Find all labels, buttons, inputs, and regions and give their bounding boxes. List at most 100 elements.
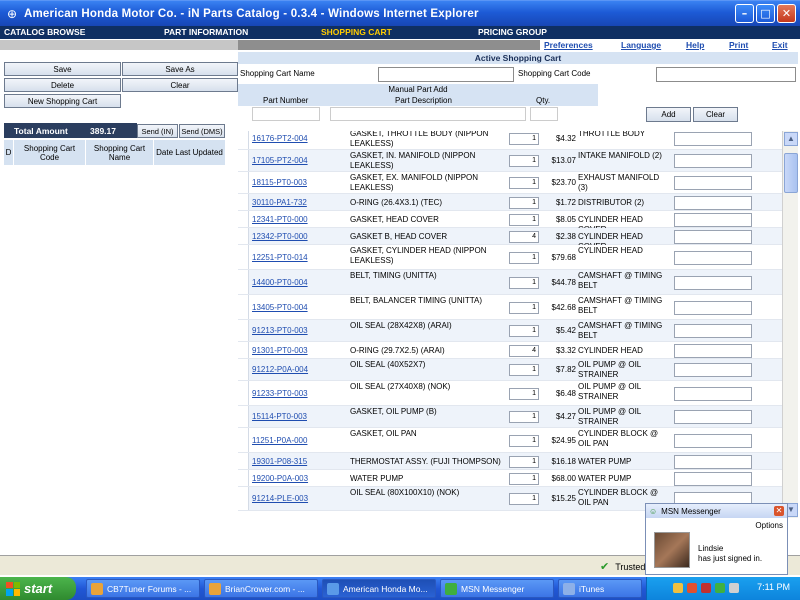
cart-code-input[interactable] xyxy=(656,67,796,82)
row-selector[interactable] xyxy=(238,194,249,210)
tray-msn-icon[interactable] xyxy=(715,583,725,593)
save-as-button[interactable]: Save As xyxy=(122,62,238,76)
row-selector[interactable] xyxy=(238,320,249,341)
tray-volume-icon[interactable] xyxy=(729,583,739,593)
clear-cart-button[interactable]: Clear xyxy=(122,78,238,92)
save-button[interactable]: Save xyxy=(4,62,121,76)
quantity-input[interactable]: 1 xyxy=(509,388,539,400)
row-selector[interactable] xyxy=(238,406,249,427)
part-number-link[interactable]: 17105-PT2-004 xyxy=(252,156,308,165)
part-number-link[interactable]: 14400-PT0-004 xyxy=(252,278,308,287)
send-dms-button[interactable]: Send (DMS) xyxy=(179,124,225,138)
taskbar-item-american-honda[interactable]: American Honda Mo... xyxy=(322,579,436,598)
row-selector[interactable] xyxy=(238,487,249,510)
note-input[interactable] xyxy=(674,387,752,401)
part-number-link[interactable]: 91214-PLE-003 xyxy=(252,494,308,503)
row-selector[interactable] xyxy=(238,381,249,405)
print-link[interactable]: Print xyxy=(729,40,748,50)
row-selector[interactable] xyxy=(238,428,249,452)
row-selector[interactable] xyxy=(238,295,249,319)
note-input[interactable] xyxy=(674,132,752,146)
quantity-input[interactable]: 1 xyxy=(509,252,539,264)
part-number-link[interactable]: 12342-PT0-000 xyxy=(252,232,308,241)
row-selector[interactable] xyxy=(238,228,249,244)
row-selector[interactable] xyxy=(238,342,249,358)
tab-pricing-group[interactable]: PRICING GROUP xyxy=(474,26,634,39)
part-number-link[interactable]: 91233-PT0-003 xyxy=(252,389,308,398)
cart-name-input[interactable] xyxy=(378,67,514,82)
row-selector[interactable] xyxy=(238,270,249,294)
part-number-link[interactable]: 15114-PT0-003 xyxy=(252,412,307,421)
note-input[interactable] xyxy=(674,301,752,315)
part-number-link[interactable]: 18115-PT0-003 xyxy=(252,178,307,187)
tab-shopping-cart[interactable]: SHOPPING CART xyxy=(317,26,474,39)
part-number-link[interactable]: 91301-PT0-003 xyxy=(252,346,308,355)
new-shopping-cart-button[interactable]: New Shopping Cart xyxy=(4,94,121,108)
preferences-link[interactable]: Preferences xyxy=(544,40,593,50)
row-selector[interactable] xyxy=(238,172,249,193)
quantity-input[interactable]: 1 xyxy=(509,411,539,423)
note-input[interactable] xyxy=(674,276,752,290)
note-input[interactable] xyxy=(674,472,752,486)
part-number-link[interactable]: 30110-PA1-732 xyxy=(252,198,307,207)
manual-qty-input[interactable] xyxy=(530,107,558,121)
part-number-link[interactable]: 12341-PT0-000 xyxy=(252,215,308,224)
note-input[interactable] xyxy=(674,455,752,469)
row-selector[interactable] xyxy=(238,470,249,486)
quantity-input[interactable]: 1 xyxy=(509,155,539,167)
row-selector[interactable] xyxy=(238,150,249,171)
delete-button[interactable]: Delete xyxy=(4,78,121,92)
quantity-input[interactable]: 1 xyxy=(509,325,539,337)
close-button[interactable]: ✕ xyxy=(777,4,796,23)
send-in-button[interactable]: Send (IN) xyxy=(137,124,178,138)
help-link[interactable]: Help xyxy=(686,40,704,50)
quantity-input[interactable]: 1 xyxy=(509,456,539,468)
quantity-input[interactable]: 1 xyxy=(509,435,539,447)
exit-link[interactable]: Exit xyxy=(772,40,788,50)
quantity-input[interactable]: 1 xyxy=(509,177,539,189)
note-input[interactable] xyxy=(674,363,752,377)
tray-network-icon[interactable] xyxy=(673,583,683,593)
scroll-up-arrow-icon[interactable]: ▲ xyxy=(784,132,798,146)
tab-part-information[interactable]: PART INFORMATION xyxy=(160,26,317,39)
quantity-input[interactable]: 1 xyxy=(509,277,539,289)
part-number-link[interactable]: 16176-PT2-004 xyxy=(252,134,308,143)
quantity-input[interactable]: 1 xyxy=(509,493,539,505)
part-number-link[interactable]: 91213-PT0-003 xyxy=(252,326,308,335)
part-number-link[interactable]: 13405-PT0-004 xyxy=(252,303,308,312)
quantity-input[interactable]: 1 xyxy=(509,197,539,209)
quantity-input[interactable]: 1 xyxy=(509,133,539,145)
manual-part-number-input[interactable] xyxy=(252,107,320,121)
taskbar-item-msn-messenger[interactable]: MSN Messenger xyxy=(440,579,554,598)
taskbar-item-itunes[interactable]: iTunes xyxy=(558,579,642,598)
note-input[interactable] xyxy=(674,434,752,448)
msn-popup-close-icon[interactable]: ✕ xyxy=(774,506,784,516)
row-selector[interactable] xyxy=(238,359,249,380)
quantity-input[interactable]: 1 xyxy=(509,302,539,314)
quantity-input[interactable]: 1 xyxy=(509,473,539,485)
manual-part-description-input[interactable] xyxy=(330,107,526,121)
part-number-link[interactable]: 19200-P0A-003 xyxy=(252,474,308,483)
quantity-input[interactable]: 1 xyxy=(509,214,539,226)
note-input[interactable] xyxy=(674,230,752,244)
quantity-input[interactable]: 4 xyxy=(509,345,539,357)
row-selector[interactable] xyxy=(238,245,249,269)
maximize-button[interactable]: □ xyxy=(756,4,775,23)
note-input[interactable] xyxy=(674,251,752,265)
row-selector[interactable] xyxy=(238,211,249,227)
note-input[interactable] xyxy=(674,344,752,358)
tray-security-icon[interactable] xyxy=(687,583,697,593)
tab-catalog-browse[interactable]: CATALOG BROWSE xyxy=(0,26,160,39)
msn-options-link[interactable]: Options xyxy=(755,521,783,530)
part-number-link[interactable]: 11251-P0A-000 xyxy=(252,436,307,445)
part-number-link[interactable]: 91212-P0A-004 xyxy=(252,365,308,374)
quantity-input[interactable]: 4 xyxy=(509,231,539,243)
taskbar-item-briancrower[interactable]: BrianCrower.com - ... xyxy=(204,579,318,598)
clear-part-button[interactable]: Clear xyxy=(693,107,738,122)
quantity-input[interactable]: 1 xyxy=(509,364,539,376)
note-input[interactable] xyxy=(674,213,752,227)
row-selector[interactable] xyxy=(238,131,249,149)
note-input[interactable] xyxy=(674,196,752,210)
tray-antivirus-icon[interactable] xyxy=(701,583,711,593)
part-number-link[interactable]: 12251-PT0-014 xyxy=(252,253,308,262)
